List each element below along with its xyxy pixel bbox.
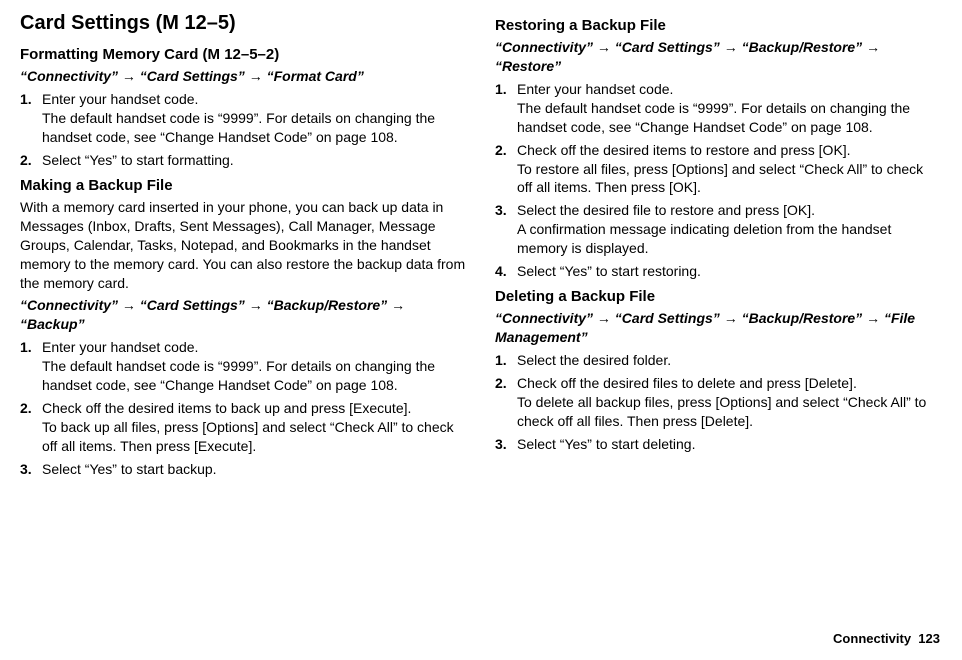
step-number: 1. (495, 80, 507, 99)
delete-steps: 1. Select the desired folder. 2. Check o… (495, 351, 942, 453)
format-steps: 1. Enter your handset code. The default … (20, 90, 467, 170)
step-sub: To restore all files, press [Options] an… (517, 160, 942, 198)
backup-steps: 1. Enter your handset code. The default … (20, 338, 467, 478)
step-main: Select “Yes” to start restoring. (517, 263, 701, 279)
page-title: Card Settings (M 12–5) (20, 10, 467, 37)
step-main: Check off the desired items to back up a… (42, 400, 411, 416)
list-item: 1. Enter your handset code. The default … (20, 90, 467, 147)
list-item: 1. Enter your handset code. The default … (495, 80, 942, 137)
backup-path: “Connectivity” → “Card Settings” → “Back… (20, 296, 467, 334)
list-item: 4. Select “Yes” to start restoring. (495, 262, 942, 281)
step-number: 1. (20, 338, 32, 357)
format-menu-code: (M 12–5–2) (203, 46, 280, 63)
backup-intro: With a memory card inserted in your phon… (20, 198, 467, 292)
step-main: Select “Yes” to start formatting. (42, 152, 234, 168)
delete-heading: Deleting a Backup File (495, 287, 942, 307)
step-main: Enter your handset code. (517, 81, 673, 97)
step-main: Select “Yes” to start deleting. (517, 436, 695, 452)
step-main: Select “Yes” to start backup. (42, 461, 217, 477)
delete-path: “Connectivity” → “Card Settings” → “Back… (495, 309, 942, 347)
right-column: Restoring a Backup File “Connectivity” →… (495, 10, 942, 482)
list-item: 2. Check off the desired items to restor… (495, 141, 942, 198)
restore-heading: Restoring a Backup File (495, 16, 942, 36)
list-item: 1. Select the desired folder. (495, 351, 942, 370)
step-number: 1. (495, 351, 507, 370)
list-item: 2. Check off the desired files to delete… (495, 374, 942, 431)
step-number: 1. (20, 90, 32, 109)
list-item: 3. Select “Yes” to start deleting. (495, 435, 942, 454)
step-sub: To delete all backup files, press [Optio… (517, 393, 942, 431)
step-number: 2. (495, 374, 507, 393)
list-item: 3. Select the desired file to restore an… (495, 201, 942, 258)
step-main: Select the desired file to restore and p… (517, 202, 815, 218)
step-number: 2. (495, 141, 507, 160)
list-item: 2. Check off the desired items to back u… (20, 399, 467, 456)
step-number: 2. (20, 151, 32, 170)
step-number: 3. (495, 201, 507, 220)
restore-steps: 1. Enter your handset code. The default … (495, 80, 942, 281)
step-number: 4. (495, 262, 507, 281)
step-main: Select the desired folder. (517, 352, 671, 368)
format-heading-text: Formatting Memory Card (20, 46, 198, 63)
backup-heading: Making a Backup File (20, 176, 467, 196)
step-sub: The default handset code is “9999”. For … (42, 109, 467, 147)
format-path: “Connectivity” → “Card Settings” → “Form… (20, 67, 467, 86)
step-main: Enter your handset code. (42, 339, 198, 355)
format-heading: Formatting Memory Card (M 12–5–2) (20, 45, 467, 65)
list-item: 2. Select “Yes” to start formatting. (20, 151, 467, 170)
left-column: Card Settings (M 12–5) Formatting Memory… (20, 10, 467, 482)
step-sub: A confirmation message indicating deleti… (517, 220, 942, 258)
step-sub: The default handset code is “9999”. For … (517, 99, 942, 137)
step-number: 3. (495, 435, 507, 454)
list-item: 1. Enter your handset code. The default … (20, 338, 467, 395)
restore-path: “Connectivity” → “Card Settings” → “Back… (495, 38, 942, 76)
step-sub: To back up all files, press [Options] an… (42, 418, 467, 456)
step-number: 2. (20, 399, 32, 418)
footer-section: Connectivity (833, 631, 911, 646)
step-main: Check off the desired files to delete an… (517, 375, 857, 391)
step-sub: The default handset code is “9999”. For … (42, 357, 467, 395)
footer-page-number: 123 (918, 631, 940, 646)
step-main: Enter your handset code. (42, 91, 198, 107)
step-number: 3. (20, 460, 32, 479)
step-main: Check off the desired items to restore a… (517, 142, 851, 158)
list-item: 3. Select “Yes” to start backup. (20, 460, 467, 479)
page-footer: Connectivity 123 (833, 630, 940, 648)
